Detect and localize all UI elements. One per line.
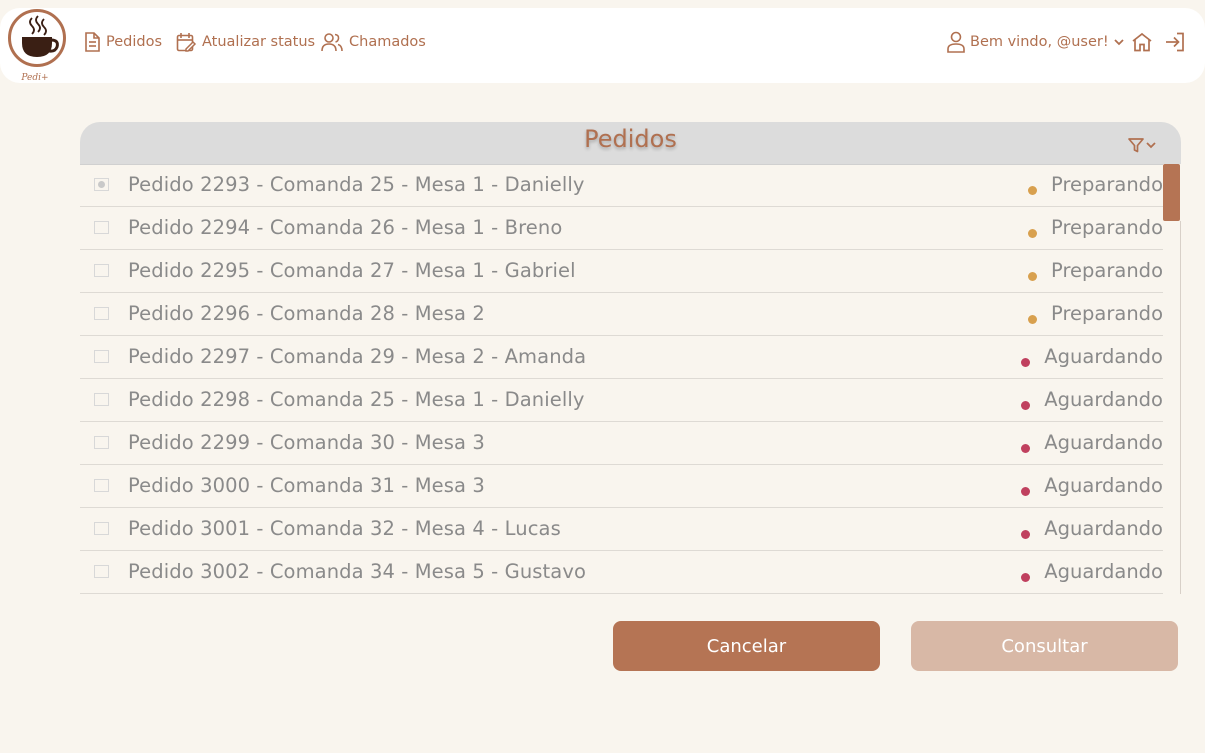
order-label: Pedido 2295 - Comanda 27 - Mesa 1 - Gabr…: [128, 259, 576, 282]
order-row[interactable]: Pedido 2294 - Comanda 26 - Mesa 1 - Bren…: [80, 207, 1163, 250]
nav-link-pedidos[interactable]: Pedidos: [83, 31, 162, 53]
scrollbar[interactable]: [1163, 164, 1181, 594]
filter-icon: [1128, 138, 1144, 153]
order-status: Aguardando: [1044, 431, 1163, 454]
status-dot: [1028, 315, 1037, 324]
order-checkbox[interactable]: [94, 522, 109, 535]
order-checkbox[interactable]: [94, 350, 109, 363]
order-row[interactable]: Pedido 2296 - Comanda 28 - Mesa 2 Prepara…: [80, 293, 1163, 336]
order-status: Aguardando: [1044, 517, 1163, 540]
order-row[interactable]: Pedido 2299 - Comanda 30 - Mesa 3 Aguarda…: [80, 422, 1163, 465]
cancel-button[interactable]: Cancelar: [613, 621, 880, 671]
nav-link-atualizar-status[interactable]: Atualizar status: [176, 31, 315, 53]
chevron-down-icon: [1114, 39, 1124, 46]
home-icon: [1132, 32, 1152, 52]
order-checkbox[interactable]: [94, 479, 109, 492]
top-navbar: Pedi+ Pedidos Atualizar status Chamados …: [0, 8, 1205, 83]
nav-label-pedidos: Pedidos: [106, 34, 163, 50]
order-status: Preparando: [1051, 173, 1163, 196]
scroll-thumb[interactable]: [1163, 164, 1180, 221]
document-icon: [85, 32, 100, 52]
status-dot: [1021, 444, 1030, 453]
order-checkbox[interactable]: [94, 264, 109, 277]
order-row[interactable]: Pedido 3002 - Comanda 34 - Mesa 5 - Gust…: [80, 551, 1163, 594]
nav-label-chamados: Chamados: [349, 34, 426, 50]
order-checkbox[interactable]: [94, 393, 109, 406]
status-dot: [1028, 186, 1037, 195]
order-row[interactable]: Pedido 3000 - Comanda 31 - Mesa 3 Aguarda…: [80, 465, 1163, 508]
orders-list[interactable]: Pedido 2293 - Comanda 25 - Mesa 1 - Dani…: [80, 164, 1163, 594]
order-checkbox[interactable]: [94, 307, 109, 320]
status-dot: [1021, 530, 1030, 539]
home-button[interactable]: [1131, 31, 1153, 53]
order-status: Preparando: [1051, 259, 1163, 282]
greeting-text: Bem vindo, @user!: [970, 34, 1109, 50]
order-status: Preparando: [1051, 216, 1163, 239]
order-label: Pedido 2298 - Comanda 25 - Mesa 1 - Dani…: [128, 388, 585, 411]
order-label: Pedido 3000 - Comanda 31 - Mesa 3: [128, 474, 485, 497]
status-dot: [1021, 573, 1030, 582]
status-dot: [1021, 401, 1030, 410]
order-row[interactable]: Pedido 2297 - Comanda 29 - Mesa 2 - Aman…: [80, 336, 1163, 379]
order-checkbox[interactable]: [94, 436, 109, 449]
order-status: Aguardando: [1044, 388, 1163, 411]
order-checkbox[interactable]: [94, 565, 109, 578]
order-label: Pedido 2296 - Comanda 28 - Mesa 2: [128, 302, 485, 325]
nav-label-atualizar-status: Atualizar status: [202, 34, 316, 50]
order-status: Aguardando: [1044, 474, 1163, 497]
user-icon: [947, 31, 965, 53]
chevron-down-icon: [1146, 142, 1156, 149]
order-status: Aguardando: [1044, 560, 1163, 583]
order-label: Pedido 2293 - Comanda 25 - Mesa 1 - Dani…: [128, 173, 585, 196]
order-label: Pedido 2297 - Comanda 29 - Mesa 2 - Aman…: [128, 345, 587, 368]
panel-header: Pedidos: [80, 122, 1181, 165]
logo[interactable]: Pedi+: [7, 8, 69, 84]
order-row[interactable]: Pedido 2295 - Comanda 27 - Mesa 1 - Gabr…: [80, 250, 1163, 293]
order-row[interactable]: Pedido 2298 - Comanda 25 - Mesa 1 - Dani…: [80, 379, 1163, 422]
logout-button[interactable]: [1164, 31, 1186, 53]
orders-panel: Pedidos Pedido 2293 - Comanda 25 - Mesa …: [80, 122, 1181, 594]
calendar-edit-icon: [176, 32, 197, 52]
order-label: Pedido 2294 - Comanda 26 - Mesa 1 - Bren…: [128, 216, 563, 239]
status-dot: [1021, 487, 1030, 496]
order-row[interactable]: Pedido 3001 - Comanda 32 - Mesa 4 - Luca…: [80, 508, 1163, 551]
logout-icon: [1166, 32, 1184, 52]
scroll-track: [1180, 221, 1181, 594]
status-dot: [1028, 272, 1037, 281]
order-checkbox[interactable]: [94, 221, 109, 234]
status-dot: [1028, 229, 1037, 238]
order-status: Aguardando: [1044, 345, 1163, 368]
order-status: Preparando: [1051, 302, 1163, 325]
filter-button[interactable]: [1127, 136, 1157, 154]
consult-button[interactable]: Consultar: [911, 621, 1178, 671]
users-icon: [321, 33, 343, 52]
panel-title: Pedidos: [584, 125, 677, 153]
order-label: Pedido 3001 - Comanda 32 - Mesa 4 - Luca…: [128, 517, 561, 540]
logo-text: Pedi+: [20, 73, 48, 83]
status-dot: [1021, 358, 1030, 367]
order-label: Pedido 2299 - Comanda 30 - Mesa 3: [128, 431, 485, 454]
order-row[interactable]: Pedido 2293 - Comanda 25 - Mesa 1 - Dani…: [80, 164, 1163, 207]
nav-link-chamados[interactable]: Chamados: [320, 31, 426, 53]
order-checkbox[interactable]: [94, 178, 109, 191]
user-menu[interactable]: Bem vindo, @user!: [946, 31, 1125, 53]
order-label: Pedido 3002 - Comanda 34 - Mesa 5 - Gust…: [128, 560, 587, 583]
